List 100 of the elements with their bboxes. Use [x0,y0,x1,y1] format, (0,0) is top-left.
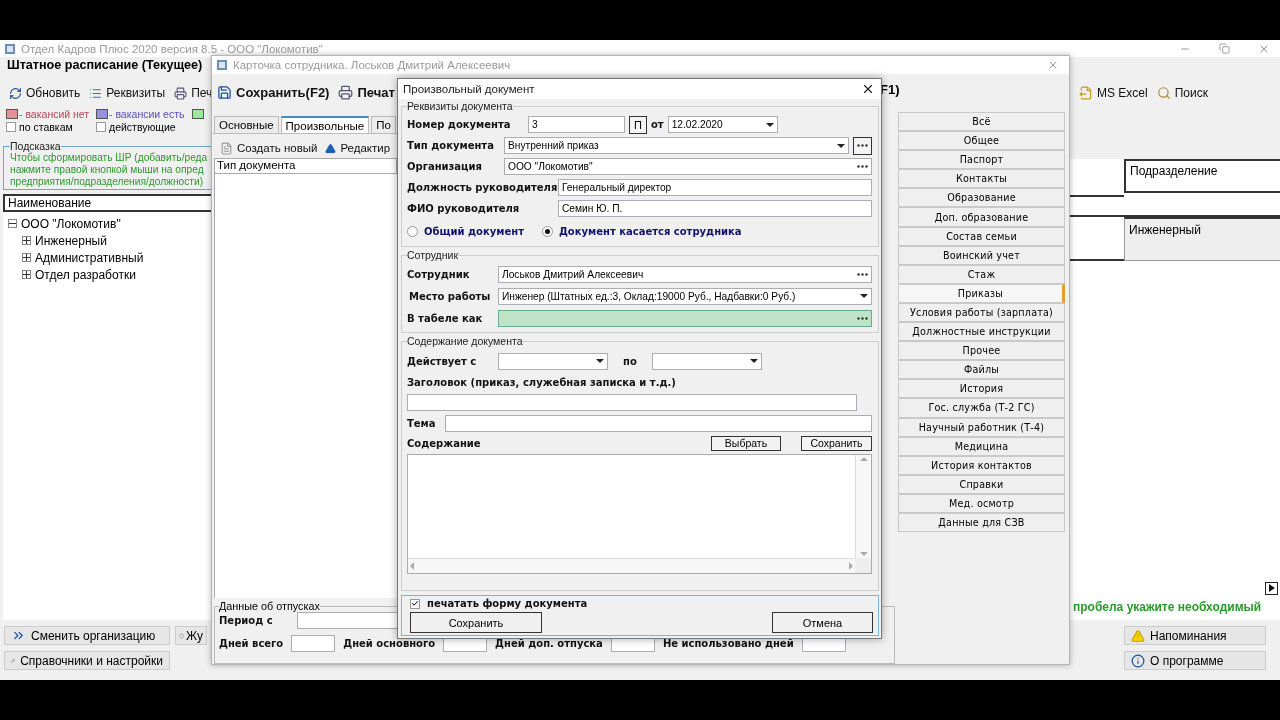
tree-item[interactable]: Административный [35,250,144,265]
nav-button[interactable]: Паспорт [898,150,1065,170]
heading-field[interactable] [407,393,857,411]
close-icon[interactable] [861,82,875,96]
radio-label: Общий документ [424,225,524,237]
nav-button[interactable]: История [898,379,1065,399]
days-field[interactable] [291,635,336,652]
field-label: Период с [219,615,274,626]
vertical-scrollbar[interactable] [855,455,871,558]
hint-title: Подсказка [10,140,61,152]
workplace-dropdown[interactable]: Инженер (Штатных ед.:3, Оклад:19000 Руб., Надбавки:0 Руб.) [498,287,872,305]
field-label: Организация [407,161,483,172]
scroll-left-icon[interactable] [410,562,414,570]
nav-button[interactable]: Файлы [898,360,1065,380]
settings-button[interactable]: Справочники и настройки [4,651,170,670]
radio-button[interactable] [407,225,418,237]
restore-icon[interactable] [1219,42,1230,54]
organization-field[interactable]: ООО "Локомотив" [504,158,872,175]
plus-icon [23,237,30,244]
head-position-field[interactable]: Генеральный директор [558,179,872,196]
field-label: Сотрудник [407,268,471,280]
expand-toggle[interactable] [22,236,31,245]
save-template-button[interactable]: Сохранить [801,435,872,451]
tab[interactable]: По [371,116,396,133]
ellipsis-icon [857,165,868,168]
field-label: Номер документа [407,119,512,130]
tree-item[interactable]: Инженерный [35,233,107,248]
arrow-right-icon [1268,584,1275,592]
p-button[interactable]: П [629,115,647,134]
tab[interactable]: Основные [214,116,279,133]
document-type-dropdown[interactable]: Внутренний приказ [504,137,849,154]
caret-icon [750,359,758,363]
nav-button[interactable]: Общее [898,131,1065,151]
radio-label: Документ касается сотрудника [558,225,742,237]
toolbar-button[interactable]: Создать новый [220,141,318,155]
cancel-button[interactable]: Отмена [772,612,873,633]
journal-button[interactable]: Жу [175,626,207,645]
toolbar-button[interactable]: Обновить [9,86,81,100]
scroll-right-button[interactable] [1265,581,1278,595]
ellipsis-icon [857,316,868,320]
checkbox[interactable] [6,122,16,132]
toolbar-button[interactable]: Поиск [1156,86,1208,100]
dialog-title: Произвольный документ [403,83,535,95]
number-field[interactable]: 3 [528,116,625,133]
printer-icon [338,84,354,100]
tree-item[interactable]: ООО "Локомотив" [21,216,121,231]
nav-button[interactable]: Доп. образование [898,207,1065,227]
toolbar-button[interactable]: Реквизиты [89,86,166,100]
more-button[interactable] [853,136,872,155]
nav-button[interactable]: Прочее [898,341,1065,361]
checkbox-label: печатать форму документа [427,598,588,609]
field-label: Дней всего [219,638,284,649]
hint-text: пробела укажите необходимый [1070,596,1280,620]
scroll-up-icon[interactable] [859,457,868,461]
content-text-area[interactable] [407,454,872,574]
toolbar-button[interactable]: Печат [338,84,395,100]
save-button[interactable]: Сохранить [410,612,542,633]
toolbar-button[interactable]: MS Excel [1079,86,1148,100]
toolbar-button[interactable]: Редактир [325,142,391,154]
timesheet-field[interactable] [498,309,872,327]
expand-toggle[interactable] [8,219,17,228]
subject-field[interactable] [445,414,872,432]
field-label: Дней доп. отпуска [495,638,603,649]
plus-icon [23,271,30,278]
employee-field[interactable]: Лоськов Дмитрий Алексеевич [498,265,872,283]
search-icon [1156,86,1171,100]
checkbox-label: действующие [109,121,176,133]
date-from-dropdown[interactable] [498,352,608,370]
expand-toggle[interactable] [22,270,31,279]
checkbox[interactable] [96,122,106,132]
field-label: от [651,119,664,130]
caret-icon [765,122,774,127]
nav-button[interactable]: Всё [898,112,1065,132]
field-label: Тип документа [407,140,495,151]
warning-icon [1131,628,1145,643]
scroll-right-icon[interactable] [849,562,853,570]
reminders-button[interactable]: Напоминания [1124,626,1266,645]
radio-button[interactable] [541,225,553,237]
field-label: Содержание [407,437,482,449]
head-name-field[interactable]: Семин Ю. П. [558,200,872,217]
about-button[interactable]: О программе [1124,651,1266,670]
app-icon [216,59,228,71]
toolbar-button[interactable]: Печ [174,86,211,100]
toolbar-button[interactable]: Сохранить(F2) [217,84,330,100]
expand-toggle[interactable] [22,253,31,262]
horizontal-scrollbar[interactable] [408,558,855,573]
checkbox[interactable] [410,598,420,609]
nav-button[interactable]: Контакты [898,169,1065,189]
tab[interactable]: Произвольные [280,116,370,133]
nav-button[interactable]: Образование [898,188,1065,208]
date-field[interactable]: 12.02.2020 [667,116,778,133]
date-to-dropdown[interactable] [652,352,762,370]
tree-item[interactable]: Отдел разработки [35,267,136,282]
nav-button[interactable]: Гос. служба (Т-2 ГС) [898,398,1065,418]
scroll-down-icon[interactable] [859,552,868,556]
caret-icon [860,294,868,298]
change-organization-button[interactable]: Сменить организацию [4,626,170,645]
nav-button[interactable]: Должностные инструкции [898,322,1065,342]
scrollbar-corner [855,558,871,573]
choose-button[interactable]: Выбрать [711,435,781,451]
